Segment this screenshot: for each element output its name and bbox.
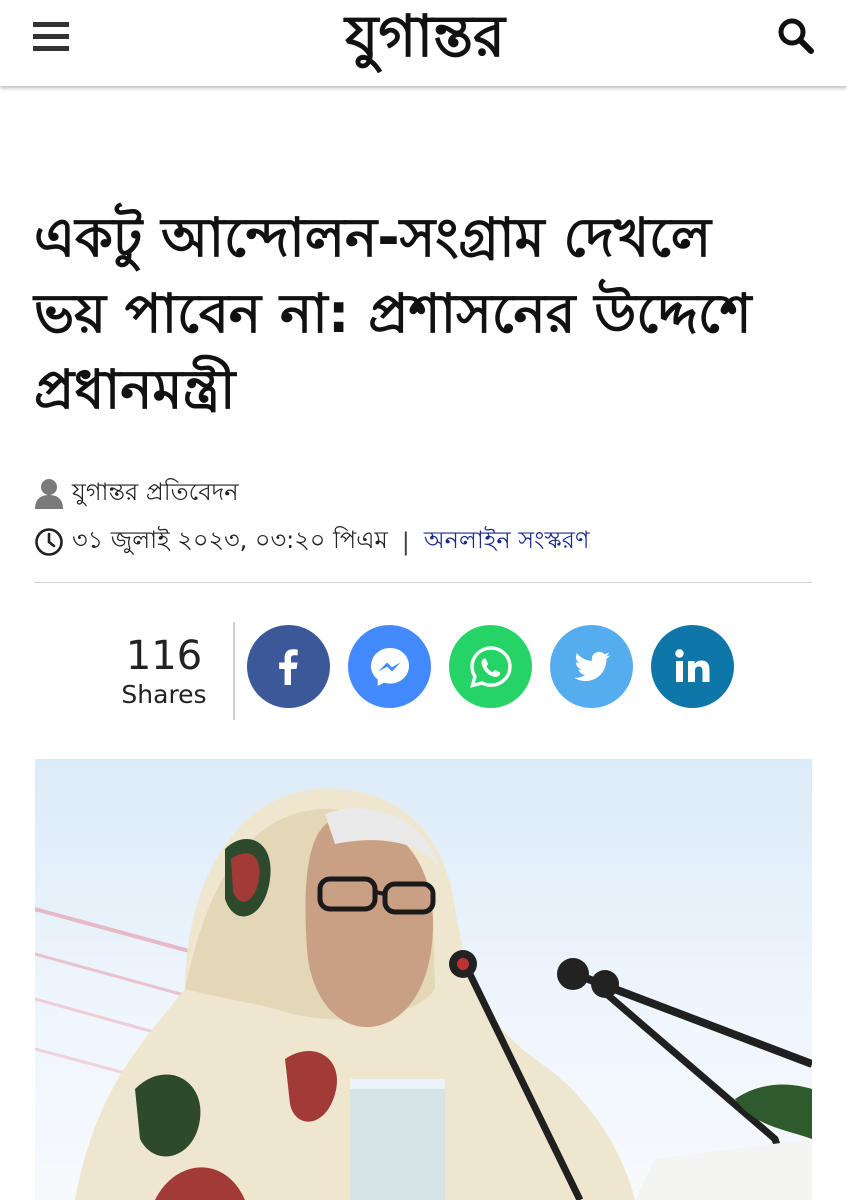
share-counter: 116 Shares xyxy=(110,632,218,710)
whatsapp-icon xyxy=(469,645,512,688)
share-divider xyxy=(233,622,235,720)
author-name: যুগান্তর প্রতিবেদন xyxy=(72,478,239,506)
clock-icon xyxy=(35,528,63,556)
share-count-label: Shares xyxy=(121,680,207,709)
logo-text: যুগান্তর xyxy=(343,2,507,74)
publish-datetime: ৩১ জুলাই ২০২৩, ০৩:২০ পিএম xyxy=(72,526,388,554)
facebook-share-button[interactable] xyxy=(247,625,330,708)
author-byline: যুগান্তর প্রতিবেদন xyxy=(34,476,239,512)
messenger-icon xyxy=(370,647,409,686)
headline-line: একটু আন্দোলন-সংগ্রাম দেখলে xyxy=(34,206,712,269)
hamburger-menu-icon[interactable] xyxy=(33,22,69,52)
user-icon xyxy=(35,479,63,509)
whatsapp-share-button[interactable] xyxy=(449,625,532,708)
headline-line: প্রধানমন্ত্রী xyxy=(34,358,236,421)
divider xyxy=(34,582,812,583)
messenger-share-button[interactable] xyxy=(348,625,431,708)
speaker-photo-illustration xyxy=(35,788,812,1200)
search-icon[interactable] xyxy=(774,14,818,58)
edition-link[interactable]: অনলাইন সংস্করণ xyxy=(424,522,590,562)
linkedin-icon xyxy=(674,648,709,682)
share-count-number: 116 xyxy=(125,633,203,679)
facebook-icon xyxy=(278,648,298,685)
site-logo[interactable]: যুগান্তর xyxy=(265,0,585,80)
twitter-share-button[interactable] xyxy=(550,625,633,708)
linkedin-share-button[interactable] xyxy=(651,625,734,708)
top-navigation-bar: যুগান্তর xyxy=(0,0,847,86)
twitter-icon xyxy=(573,651,610,681)
meta-separator: | xyxy=(401,528,410,556)
featured-photo xyxy=(35,759,812,1200)
publish-info: ৩১ জুলাই ২০২৩, ০৩:২০ পিএম | অনলাইন সংস্ক… xyxy=(34,522,589,562)
headline-line: ভয় পাবেন না: প্রশাসনের উদ্দেশে xyxy=(34,282,752,345)
article-headline: একটু আন্দোলন-সংগ্রাম দেখলে ভয় পাবেন না:… xyxy=(34,200,824,428)
